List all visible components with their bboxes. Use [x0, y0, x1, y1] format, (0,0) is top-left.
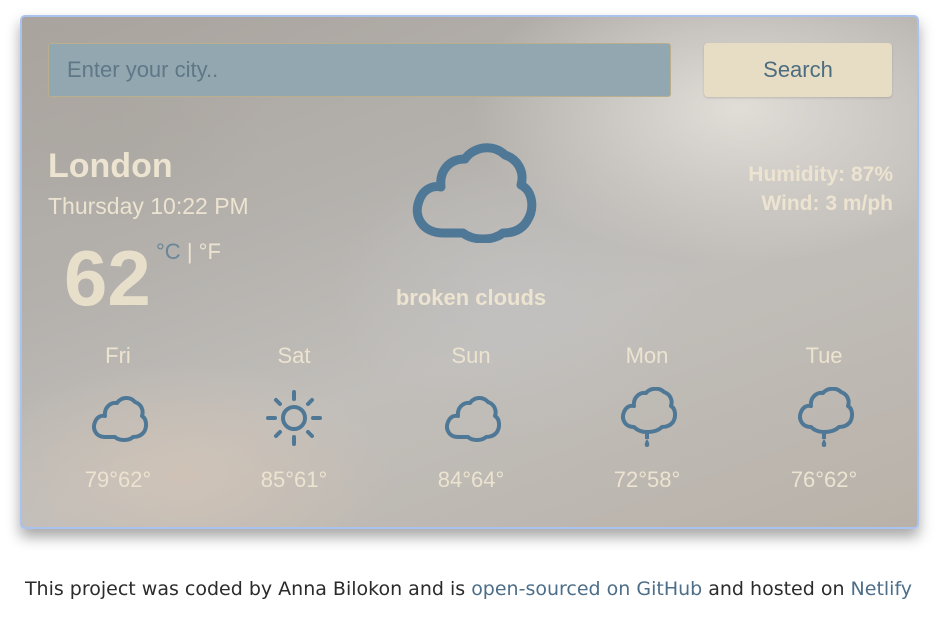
forecast-day: Sun 84°64°	[383, 343, 559, 493]
github-link[interactable]: open-sourced on GitHub	[471, 578, 702, 600]
cloud-icon	[92, 396, 148, 442]
weather-stats: Humidity: 87% Wind: 3 m/ph	[748, 160, 893, 218]
city-search-input[interactable]	[48, 43, 671, 97]
forecast-day-name: Fri	[105, 343, 131, 368]
search-button[interactable]: Search	[704, 43, 892, 97]
current-temperature: 62	[64, 234, 151, 322]
forecast-day: Sat 85°61°	[206, 343, 382, 493]
weather-description: broken clouds	[395, 285, 547, 310]
fahrenheit-link[interactable]: °F	[199, 239, 221, 264]
unit-toggle: °C | °F	[156, 239, 221, 265]
footer-text: and hosted on	[702, 578, 851, 600]
cloud-icon	[445, 396, 501, 442]
wind-value: Wind: 3 m/ph	[761, 192, 893, 215]
forecast-day: Tue 76°62°	[736, 343, 912, 493]
weather-app-card: Search London Thursday 10:22 PM 62 °C | …	[20, 15, 919, 529]
forecast-temps: 85°61°	[260, 467, 328, 492]
forecast-temps: 84°64°	[437, 467, 505, 492]
rain-cloud-icon	[621, 387, 677, 447]
forecast-day: Fri 79°62°	[30, 343, 206, 493]
forecast-day: Mon 72°58°	[559, 343, 735, 493]
footer-text: This project was coded by Anna Bilokon a…	[24, 578, 472, 600]
forecast-day-name: Sun	[451, 343, 491, 368]
sun-icon	[266, 390, 322, 446]
celsius-link[interactable]: °C	[156, 239, 181, 264]
forecast-temps: 79°62°	[84, 467, 152, 492]
rain-cloud-icon	[798, 387, 854, 447]
city-name: London	[48, 147, 173, 185]
forecast-day-name: Mon	[625, 343, 669, 368]
date-time: Thursday 10:22 PM	[48, 193, 249, 219]
forecast-row: Fri 79°62° Sat 85°61° Sun 84°64° Mon 72°…	[22, 343, 917, 503]
forecast-temps: 72°58°	[613, 467, 681, 492]
netlify-link[interactable]: Netlify	[851, 578, 913, 600]
unit-separator: |	[186, 239, 193, 264]
humidity-value: Humidity: 87%	[748, 163, 893, 186]
cloud-icon	[412, 143, 537, 243]
forecast-temps: 76°62°	[790, 467, 858, 492]
forecast-day-name: Tue	[805, 343, 843, 368]
forecast-day-name: Sat	[277, 343, 311, 368]
footer: This project was coded by Anna Bilokon a…	[0, 578, 937, 600]
